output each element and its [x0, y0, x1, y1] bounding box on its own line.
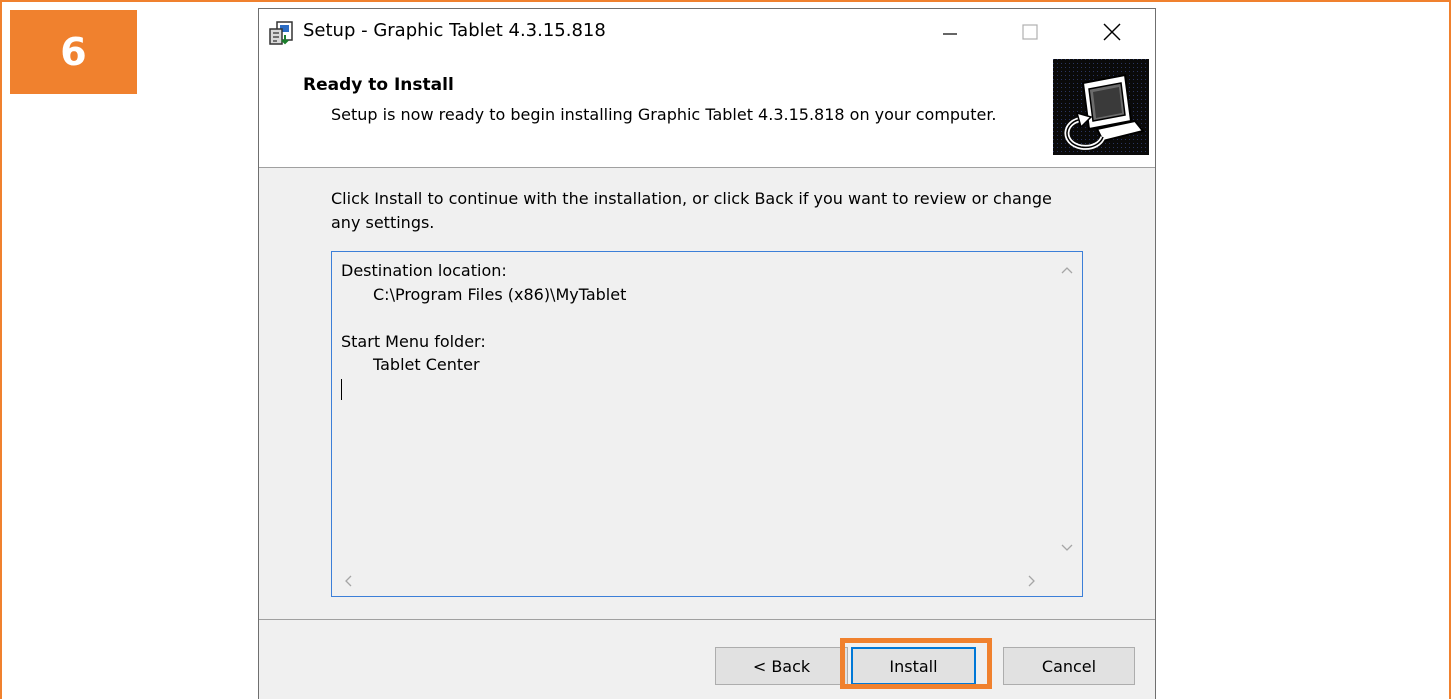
scroll-right-button[interactable]	[1022, 571, 1042, 591]
computer-install-icon	[1053, 59, 1149, 155]
text-caret	[341, 378, 342, 400]
horizontal-scrollbar[interactable]	[332, 566, 1052, 596]
scroll-up-button[interactable]	[1057, 260, 1077, 280]
page-subtitle: Setup is now ready to begin installing G…	[331, 105, 997, 124]
cancel-button[interactable]: Cancel	[1003, 647, 1135, 685]
install-button-highlight	[840, 638, 992, 689]
installer-icon	[269, 21, 293, 45]
chevron-down-icon	[1061, 544, 1073, 551]
step-number-badge: 6	[10, 10, 137, 94]
maximize-icon	[1022, 24, 1038, 40]
back-button[interactable]: < Back	[715, 647, 848, 685]
chevron-left-icon	[345, 575, 352, 587]
setup-window: Setup - Graphic Tablet 4.3.15.818 Ready …	[258, 8, 1156, 699]
footer-divider	[259, 619, 1155, 620]
title-bar: Setup - Graphic Tablet 4.3.15.818	[259, 9, 1155, 55]
text-caret-line	[341, 377, 1041, 401]
start-menu-value: Tablet Center	[373, 355, 480, 374]
close-icon	[1103, 23, 1121, 41]
minimize-button[interactable]	[927, 9, 973, 55]
window-title: Setup - Graphic Tablet 4.3.15.818	[303, 20, 606, 41]
chevron-right-icon	[1028, 575, 1035, 587]
close-button[interactable]	[1089, 9, 1135, 55]
memo-content: Destination location: C:\Program Files (…	[341, 259, 1041, 400]
wizard-header: Ready to Install Setup is now ready to b…	[259, 55, 1155, 168]
scroll-down-button[interactable]	[1057, 538, 1077, 558]
chevron-up-icon	[1061, 267, 1073, 274]
install-summary-memo[interactable]: Destination location: C:\Program Files (…	[331, 251, 1083, 597]
memo-blank-line	[341, 306, 1041, 330]
page-title: Ready to Install	[303, 75, 454, 95]
vertical-scrollbar[interactable]	[1052, 252, 1082, 566]
destination-value: C:\Program Files (x86)\MyTablet	[373, 284, 627, 304]
scroll-left-button[interactable]	[338, 571, 358, 591]
maximize-button[interactable]	[1007, 9, 1053, 55]
computer-install-graphic	[1053, 59, 1149, 155]
destination-label: Destination location:	[341, 261, 507, 280]
instruction-text: Click Install to continue with the insta…	[331, 189, 1052, 232]
start-menu-label: Start Menu folder:	[341, 331, 486, 351]
minimize-icon	[943, 33, 957, 35]
